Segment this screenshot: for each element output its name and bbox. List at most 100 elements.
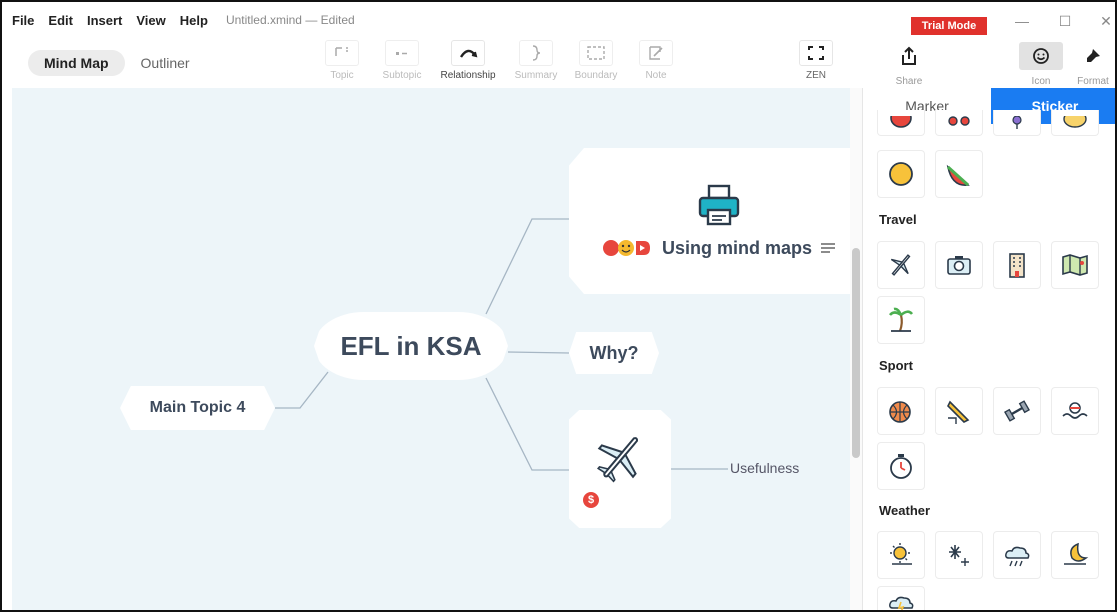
subtopic-icon [385,40,419,66]
section-travel: Travel [879,212,917,227]
sticker-orange[interactable] [877,150,925,198]
sticker-moon-cloud[interactable] [1051,531,1099,579]
lemon-icon [1063,115,1087,128]
format-brush-icon [1071,42,1115,70]
topic-icon [325,40,359,66]
trial-mode-badge[interactable]: Trial Mode [911,17,987,35]
canvas-scrollbar[interactable] [850,88,862,610]
swimmer-icon [1062,402,1088,419]
sticker-watermelon[interactable] [935,150,983,198]
main-topic-4[interactable]: Main Topic 4 [120,386,275,430]
moon-icon [1064,542,1089,565]
menu-edit[interactable]: Edit [48,13,73,28]
relationship-tool[interactable]: Relationship [438,40,498,81]
note-icon [639,40,673,66]
orange-icon [889,162,913,186]
sticker-snow[interactable] [935,531,983,579]
minimize-button[interactable]: — [1012,13,1032,29]
note-label: Note [645,70,667,81]
filename-text: Untitled.xmind [225,13,302,27]
format-panel-button[interactable]: Format [1068,42,1115,87]
subtopic-tool[interactable]: Subtopic [372,40,432,81]
menu-file[interactable]: File [12,13,34,28]
mind-maps-row: Using mind maps [602,238,836,259]
outliner-mode-button[interactable]: Outliner [125,50,206,76]
sticker-ruler-pencil[interactable] [935,387,983,435]
mind-maps-label: Using mind maps [661,237,813,258]
marker-icons [602,240,650,256]
menu-view[interactable]: View [136,13,165,28]
sticker-map[interactable] [1051,241,1099,289]
menu-insert[interactable]: Insert [87,13,122,28]
close-button[interactable]: ✕ [1096,13,1115,30]
scrollbar-thumb[interactable] [852,248,860,458]
subtopic-plane[interactable]: $ [569,410,671,528]
subtopic-label: Subtopic [382,70,422,81]
icon-label: Icon [1031,76,1051,87]
grapes-icon [1012,115,1022,129]
boundary-tool[interactable]: Boundary [566,40,626,81]
hotel-building-icon [1009,253,1025,278]
airplane-sticker-icon [597,437,638,483]
document-filename: Untitled.xmind — Edited [226,13,355,27]
subtopic-usefulness[interactable]: Usefulness [730,460,799,476]
topic-label: Topic [330,70,354,81]
share-button[interactable]: Share [884,42,934,87]
mind-map-mode-button[interactable]: Mind Map [28,50,125,76]
menu-help[interactable]: Help [180,13,208,28]
sticker-dumbbell[interactable] [993,387,1041,435]
sticker-lemon[interactable] [1051,110,1099,136]
apple-icon [890,115,912,128]
subtopic-why[interactable]: Why? [569,332,659,374]
icon-panel-button[interactable]: Icon [1016,42,1066,87]
zen-label: ZEN [806,70,826,81]
menu-bar: File Edit Insert View Help Untitled.xmin… [12,10,355,30]
sticker-hotel[interactable] [993,241,1041,289]
plane-marker-row: $ [569,492,671,508]
subtopic-using-mind-maps[interactable]: Using mind maps [569,148,850,294]
share-icon [887,42,931,70]
boundary-icon [579,40,613,66]
palm-tree-icon [888,307,914,332]
camera-icon [947,256,971,275]
summary-label: Summary [514,70,558,81]
share-label: Share [895,76,923,87]
sticker-basketball[interactable] [877,387,925,435]
sticker-apple[interactable] [877,110,925,136]
view-mode-switch: Mind Map Outliner [28,50,206,76]
smiley-icon [1019,42,1063,70]
sticker-swimming[interactable] [1051,387,1099,435]
sticker-rain-cloud[interactable] [993,531,1041,579]
dollar-marker-icon[interactable]: $ [583,492,599,508]
sticker-storm-cloud[interactable] [877,586,925,610]
basketball-icon [889,401,911,423]
app-window: File Edit Insert View Help Untitled.xmin… [0,0,1117,612]
rain-cloud-icon [1005,546,1030,567]
sticker-grapes[interactable] [993,110,1041,136]
central-topic[interactable]: EFL in KSA [314,312,508,380]
sticker-sun-cloud[interactable] [877,531,925,579]
sun-icon [890,543,912,565]
format-label: Format [1077,76,1109,87]
sticker-cherries[interactable] [935,110,983,136]
edited-status: — Edited [305,13,355,27]
dumbbell-icon [1004,400,1030,422]
topic-tool[interactable]: Topic [312,40,372,81]
snowflake-icon [949,545,969,566]
notes-lines-icon[interactable] [820,241,836,255]
relationship-icon [451,40,485,66]
zen-tool[interactable]: ZEN [786,40,846,81]
sticker-stopwatch[interactable] [877,442,925,490]
sticker-camera[interactable] [935,241,983,289]
summary-tool[interactable]: Summary [506,40,566,81]
maximize-button[interactable]: ☐ [1055,13,1075,30]
summary-brace-icon [519,40,553,66]
note-tool[interactable]: Note [626,40,686,81]
sticker-airplane[interactable] [877,241,925,289]
section-sport: Sport [879,358,913,373]
sticker-palm-island[interactable] [877,296,925,344]
mind-map-canvas[interactable]: EFL in KSA Why? Main Topic 4 Using mind … [12,88,850,610]
airplane-icon [890,254,911,276]
pencil-icon [947,400,970,424]
zen-fullscreen-icon [799,40,833,66]
